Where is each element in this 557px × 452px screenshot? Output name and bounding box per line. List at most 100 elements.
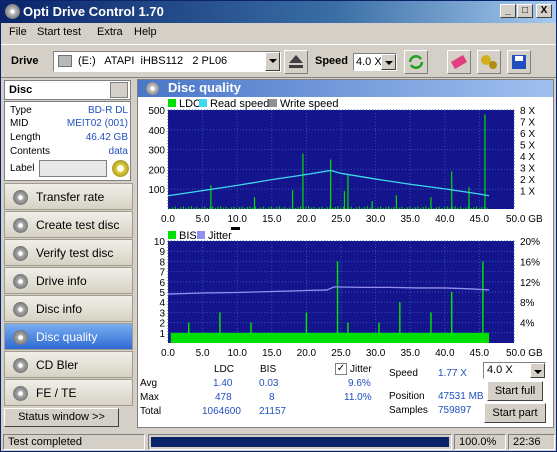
erase-button[interactable] [447,50,471,74]
y-right-tick-label: 3 X [520,164,535,175]
stats-max-bis: 8 [269,392,275,403]
eject-button[interactable] [284,50,308,74]
disc-icon [13,386,28,401]
nav-label: Drive info [36,274,87,288]
nav-drive-info[interactable]: Drive info [4,267,133,294]
stats-col-ldc: LDC [214,364,235,375]
disc-label-input[interactable] [39,160,107,177]
menu-help[interactable]: Help [134,26,157,38]
nav-label: Disc info [36,302,83,316]
nav-label: Disc quality [36,330,98,344]
menu-file[interactable]: File [9,26,27,38]
status-text: Test completed [3,434,145,450]
disc-panel-button[interactable] [110,82,128,98]
x-tick-label: 25.0 [331,214,351,225]
start-part-button[interactable]: Start part [484,403,546,423]
test-speed-select[interactable]: 4.0 X [483,362,546,379]
stats-max-key: Max [140,392,159,403]
progress-bar [148,434,452,450]
stats-max-ldc: 478 [215,392,232,403]
y-tick-label: 500 [148,106,165,117]
disc-contents-value: data [108,146,128,157]
y-right-tick-label: 20% [520,237,540,248]
window-title: Opti Drive Control 1.70 [23,4,164,19]
x-tick-label: 30.0 [366,214,386,225]
disc-quality-icon [146,82,159,95]
ldc-chart: LDC Read speed Write speed 0.0 5.0 10.0 15.0 20… [148,98,543,225]
legend-label: LDC [179,98,201,110]
nav-cd-bler[interactable]: CD Bler [4,351,133,378]
speed-value: 4.0 X [356,56,382,68]
disc-icon [13,246,28,261]
nav-disc-quality[interactable]: Disc quality [4,323,133,350]
legend-label: Jitter [208,230,232,242]
start-full-button[interactable]: Start full [487,381,543,401]
jitter-checkbox[interactable]: ✓ [335,363,347,375]
x-tick-label: 10.0 [227,214,247,225]
x-tick-label: 5.0 [196,348,210,359]
save-button[interactable] [507,50,531,74]
y-right-tick-label: 5 X [520,141,535,152]
menu-start-test[interactable]: Start test [37,26,81,38]
disc-header-label: Disc [9,84,33,96]
nav-disc-info[interactable]: Disc info [4,295,133,322]
x-tick-label: 0.0 [161,214,175,225]
bis-baseline-bars [170,332,490,343]
nav-label: CD Bler [36,358,79,372]
test-speed-value: 4.0 X [487,364,513,376]
progress-text: 100.0% [454,434,506,450]
stats-max-jitter: 11.0% [344,392,372,403]
disc-icon [13,274,28,289]
settings-button[interactable] [477,50,501,74]
samples-key: Samples [389,405,428,416]
nav-verify-test-disc[interactable]: Verify test disc [4,239,133,266]
maximize-button[interactable]: □ [517,4,533,18]
disc-panel-header: Disc [4,80,131,100]
y-tick-label: 1 [159,329,165,340]
bis-chart: BIS Jitter 0.0 5.0 10.0 15.0 20.0 25.0 30.0 35.0 4… [154,227,543,359]
y-right-tick-label: 12% [520,278,540,289]
disc-type-key: Type [10,105,32,116]
gears-icon [481,55,497,69]
x-tick-label: 15.0 [262,348,282,359]
disc-type-value: BD-R DL [87,105,128,116]
stats-col-bis: BIS [260,364,277,375]
status-window-button[interactable]: Status window >> [4,408,119,427]
chevron-down-icon[interactable] [265,52,280,71]
menu-extra[interactable]: Extra [97,26,123,38]
refresh-button[interactable] [404,50,428,74]
disc-icon [13,218,28,233]
minimize-button[interactable]: _ [500,4,516,18]
label-disc-icon[interactable] [112,160,129,177]
x-tick-label: 50.0 GB [506,214,543,225]
panel-title: Disc quality [168,80,241,95]
nav-transfer-rate[interactable]: Transfer rate [4,183,133,210]
disc-info-panel: Type BD-R DL MID MEIT02 (001) Length 46.… [4,101,131,181]
drive-label: Drive [11,55,39,67]
x-tick-label: 30.0 [366,348,386,359]
chevron-down-icon[interactable] [530,363,545,378]
y-right-tick-label: 6 X [520,129,535,140]
nav-label: Transfer rate [36,190,105,204]
stats-total-key: Total [140,406,162,417]
nav-fe-te[interactable]: FE / TE [4,379,133,406]
y-tick-label: 100 [148,185,165,196]
x-tick-label: 5.0 [196,214,210,225]
stats-avg-key: Avg [140,378,158,389]
x-tick-label: 40.0 [435,348,455,359]
legend-label: Read speed [210,98,269,110]
y-right-tick-label: 2 X [520,175,535,186]
disc-app-icon [5,4,20,19]
disc-icon [13,358,28,373]
y-right-tick-label: 8 X [520,106,535,117]
drive-select[interactable]: (E:) ATAPI iHBS112 2 PL06 [53,51,281,72]
refresh-icon [408,55,424,69]
chevron-down-icon[interactable] [381,54,396,70]
panel-title-bar: Disc quality [138,80,553,97]
nav-label: Create test disc [36,218,120,232]
disc-icon [13,330,28,345]
close-button[interactable]: X [536,4,552,18]
speed-select[interactable]: 4.0 X [353,53,397,71]
nav-create-test-disc[interactable]: Create test disc [4,211,133,238]
stats-avg-ldc: 1.40 [213,378,233,389]
